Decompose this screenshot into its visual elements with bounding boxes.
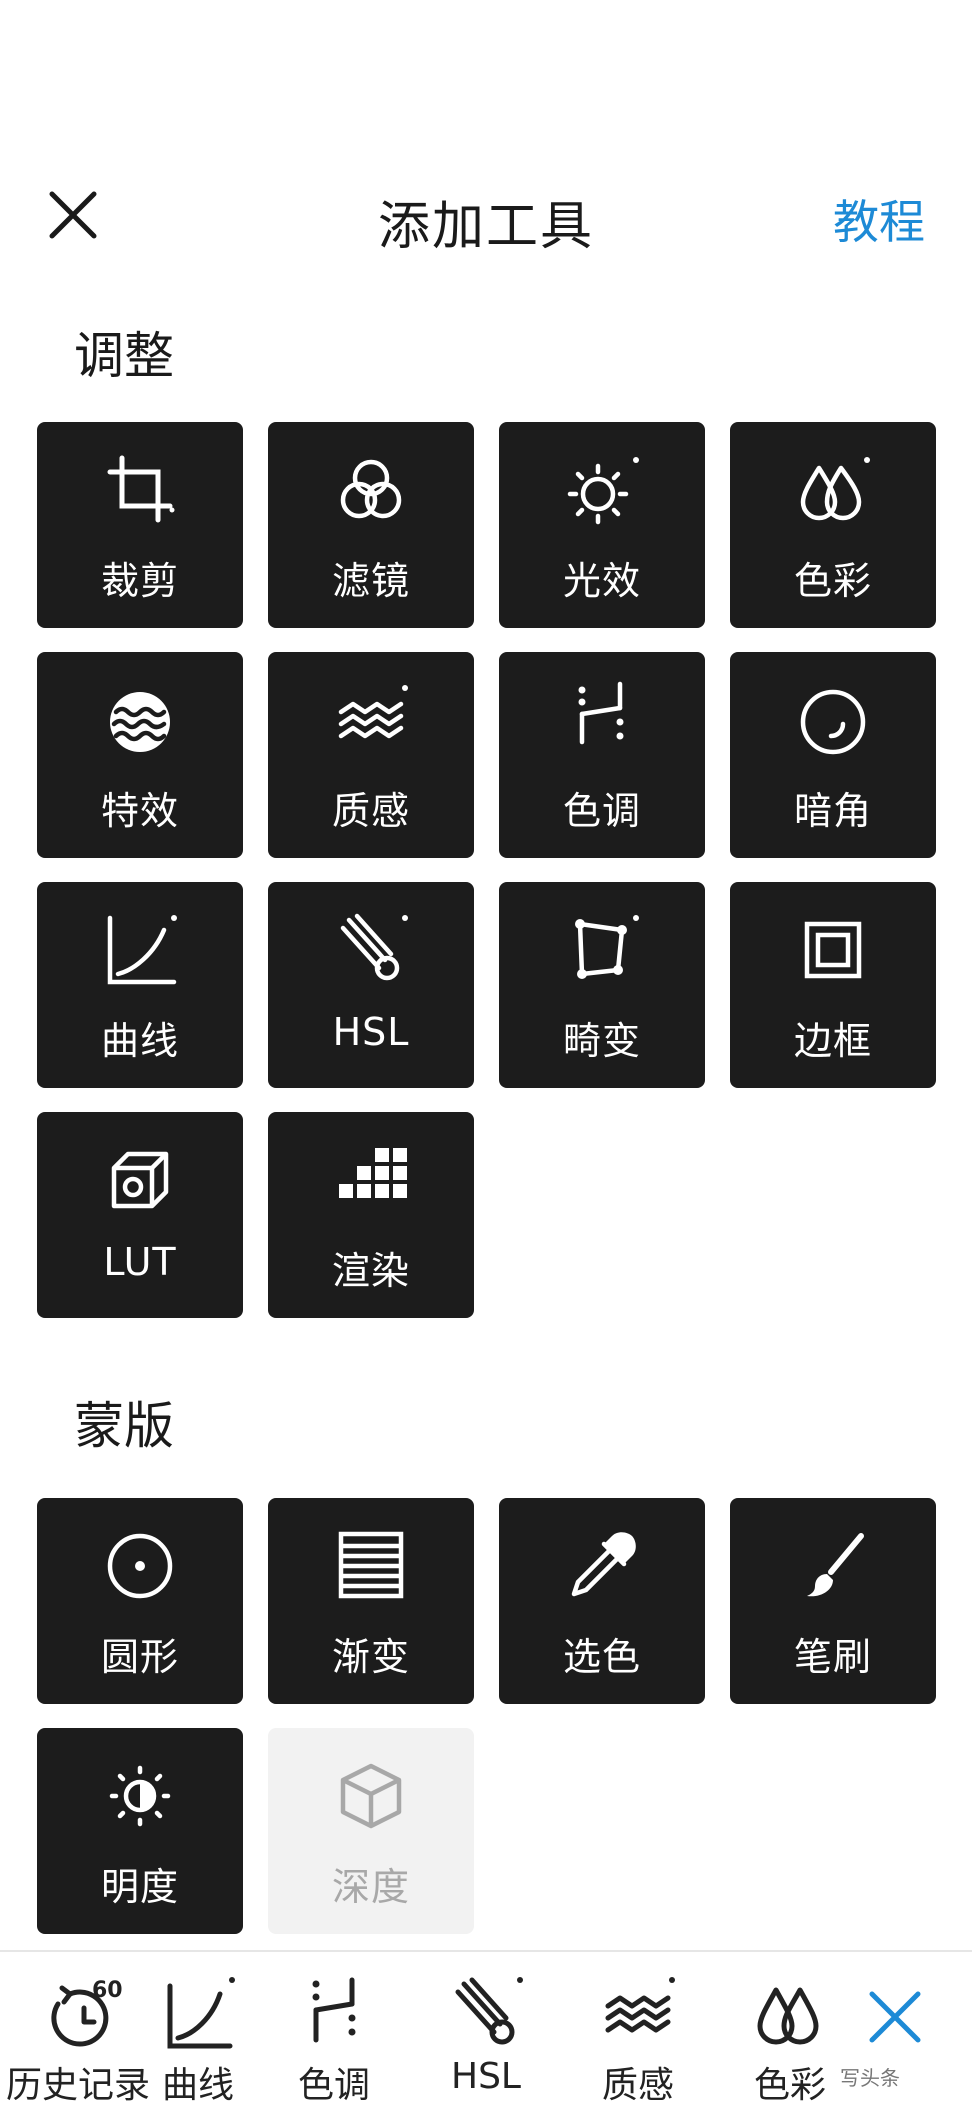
bottom-item-curve[interactable]: 曲线	[128, 1972, 268, 2106]
tool-label: 渲染	[331, 1249, 410, 1293]
tool-label: 渐变	[331, 1635, 410, 1679]
tool-color[interactable]: 色彩	[730, 422, 936, 628]
tool-label: 特效	[100, 789, 179, 833]
bottom-item-history[interactable]: 60 历史记录	[6, 1972, 150, 2106]
bottom-item-label: 曲线	[161, 2065, 234, 2106]
tool-label: 笔刷	[793, 1635, 872, 1679]
tone-icon	[578, 681, 624, 745]
curve-icon	[107, 915, 177, 985]
crop-icon	[107, 455, 175, 523]
tool-label: LUT	[103, 1240, 177, 1284]
tool-label: 滤镜	[331, 559, 410, 603]
adjust-tools-grid: 裁剪 滤镜 光效 色彩 特效 质感 色调 暗角 曲线 HSL 畸变 边框 LUT…	[37, 422, 936, 1318]
tool-tone[interactable]: 色调	[499, 652, 705, 858]
bottom-item-tone[interactable]: 色调	[264, 1972, 404, 2106]
tool-color-select[interactable]: 选色	[499, 1498, 705, 1704]
tool-label: 选色	[562, 1635, 641, 1679]
tool-lut[interactable]: LUT	[37, 1112, 243, 1318]
tool-gradient[interactable]: 渐变	[268, 1498, 474, 1704]
filter-icon	[340, 459, 402, 519]
top-bar: 添加工具 教程	[0, 160, 972, 270]
close-icon	[869, 1991, 921, 2043]
waves-circle-icon	[110, 692, 170, 752]
bottom-item-color[interactable]: 色彩	[720, 1972, 860, 2106]
section-title-adjust: 调整	[74, 327, 174, 385]
bottom-item-label: 色调	[297, 2065, 370, 2106]
tool-label: 深度	[331, 1865, 410, 1909]
tool-label: 明度	[100, 1865, 179, 1909]
tool-label: 曲线	[100, 1019, 179, 1063]
tool-luminance[interactable]: 明度	[37, 1728, 243, 1934]
bottom-close-button[interactable]	[860, 1982, 930, 2052]
tool-label: 裁剪	[100, 559, 179, 603]
page-title: 添加工具	[377, 197, 594, 257]
tool-label: 色彩	[793, 559, 872, 603]
lut-cube-icon	[111, 1151, 169, 1209]
mask-tools-grid: 圆形 渐变 选色 笔刷 明度 深度	[37, 1498, 936, 1934]
drops-icon	[757, 1987, 819, 2045]
bottom-item-label: 质感	[601, 2065, 674, 2106]
brush-icon	[807, 1533, 864, 1597]
tool-circle-mask[interactable]: 圆形	[37, 1498, 243, 1704]
tool-label: 质感	[331, 789, 410, 833]
bottom-item-label: HSL	[451, 2056, 521, 2097]
tool-label: 边框	[793, 1019, 872, 1063]
tool-texture[interactable]: 质感	[268, 652, 474, 858]
tool-label: 圆形	[100, 1635, 179, 1679]
tool-depth[interactable]: 深度	[268, 1728, 474, 1934]
curve-icon	[167, 1977, 235, 2049]
luminance-icon	[109, 1765, 171, 1827]
tool-label: 暗角	[793, 789, 872, 833]
tool-light[interactable]: 光效	[499, 422, 705, 628]
vignette-icon	[800, 689, 866, 755]
tool-label: 色调	[562, 789, 641, 833]
tool-label: HSL	[332, 1010, 410, 1054]
depth-cube-icon	[340, 1763, 402, 1829]
watermark: 写头条	[840, 2066, 900, 2090]
tool-label: 光效	[562, 559, 641, 603]
tool-distort[interactable]: 畸变	[499, 882, 705, 1088]
sun-icon	[567, 457, 639, 525]
tool-frame[interactable]: 边框	[730, 882, 936, 1088]
tool-vignette[interactable]: 暗角	[730, 652, 936, 858]
hsl-icon	[340, 913, 408, 981]
drops-icon	[800, 457, 870, 521]
eyedropper-icon	[571, 1532, 636, 1597]
tool-brush[interactable]: 笔刷	[730, 1498, 936, 1704]
bottom-item-label: 历史记录	[6, 2065, 151, 2106]
frame-icon	[804, 921, 862, 979]
bottom-item-hsl[interactable]: HSL	[416, 1972, 556, 2102]
texture-icon	[605, 1977, 675, 2033]
history-count-badge: 60	[92, 1978, 123, 2003]
circle-mask-icon	[107, 1533, 173, 1599]
gradient-icon	[338, 1531, 404, 1599]
tool-label: 畸变	[562, 1019, 641, 1063]
distort-icon	[575, 915, 639, 979]
bottom-item-label: 色彩	[753, 2065, 826, 2106]
render-grid-icon	[339, 1148, 407, 1198]
bottom-item-texture[interactable]: 质感	[568, 1972, 708, 2106]
tool-curve[interactable]: 曲线	[37, 882, 243, 1088]
section-title-mask: 蒙版	[74, 1397, 174, 1455]
bottom-toolbar: 60 历史记录 曲线 色调 HSL 质感 色彩	[0, 1950, 972, 2106]
tool-render[interactable]: 渲染	[268, 1112, 474, 1318]
texture-icon	[338, 685, 408, 739]
tool-crop[interactable]: 裁剪	[37, 422, 243, 628]
hsl-icon	[455, 1977, 523, 2045]
tutorial-link[interactable]: 教程	[833, 186, 925, 252]
tone-icon	[312, 1977, 356, 2043]
tool-filter[interactable]: 滤镜	[268, 422, 474, 628]
tool-effect[interactable]: 特效	[37, 652, 243, 858]
tool-hsl[interactable]: HSL	[268, 882, 474, 1088]
